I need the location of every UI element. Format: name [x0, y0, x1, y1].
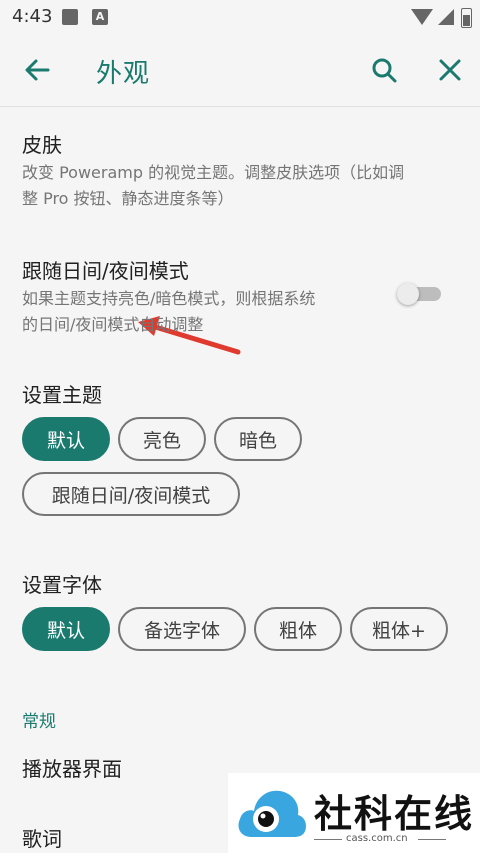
- battery-icon: [461, 8, 472, 28]
- font-chip-bold[interactable]: 粗体: [254, 607, 342, 651]
- status-time: 4:43: [12, 6, 53, 27]
- font-heading: 设置字体: [22, 573, 102, 597]
- toggle-thumb: [397, 283, 419, 305]
- signal-icon: [438, 9, 454, 25]
- theme-chip-follow-day-night[interactable]: 跟随日间/夜间模式: [22, 472, 240, 516]
- font-chip-default[interactable]: 默认: [22, 607, 110, 651]
- pref-follow-title: 跟随日间/夜间模式: [22, 259, 189, 283]
- watermark: 社科在线 cass.com.cn: [228, 773, 480, 853]
- status-bar: 4:43 A: [0, 0, 480, 34]
- pref-follow-summary-line2: 的日间/夜间模式自动调整: [22, 315, 204, 334]
- pref-skin-summary-line2: 整 Pro 按钮、静态进度条等）: [22, 189, 234, 208]
- watermark-line-right: [418, 839, 446, 840]
- theme-chip-default[interactable]: 默认: [22, 417, 110, 461]
- pref-follow-day-night[interactable]: 跟随日间/夜间模式 如果主题支持亮色/暗色模式，则根据系统 的日间/夜间模式自动…: [22, 255, 382, 338]
- font-chip-alternate[interactable]: 备选字体: [118, 607, 246, 651]
- a-badge-icon: A: [92, 9, 108, 25]
- font-chip-bold-plus[interactable]: 粗体+: [350, 607, 448, 651]
- theme-heading: 设置主题: [22, 383, 102, 407]
- pref-follow-summary: 如果主题支持亮色/暗色模式，则根据系统 的日间/夜间模式自动调整: [22, 286, 382, 338]
- search-icon: [372, 58, 397, 83]
- wifi-icon: [411, 9, 433, 25]
- back-button[interactable]: [18, 52, 58, 88]
- page-title: 外观: [96, 59, 151, 89]
- pref-skin-summary-line1: 改变 Poweramp 的视觉主题。调整皮肤选项（比如调: [22, 163, 405, 182]
- theme-chip-light[interactable]: 亮色: [118, 417, 206, 461]
- pref-skin-summary: 改变 Poweramp 的视觉主题。调整皮肤选项（比如调 整 Pro 按钮、静态…: [22, 160, 462, 212]
- watermark-domain: cass.com.cn: [346, 833, 408, 844]
- watermark-line-left: [314, 839, 342, 840]
- settings-list: 皮肤 改变 Poweramp 的视觉主题。调整皮肤选项（比如调 整 Pro 按钮…: [0, 107, 480, 853]
- pref-follow-summary-line1: 如果主题支持亮色/暗色模式，则根据系统: [22, 289, 316, 308]
- pref-skin-title: 皮肤: [22, 133, 62, 157]
- toolbar: 外观: [0, 34, 480, 107]
- watermark-name: 社科在线: [314, 792, 475, 836]
- pref-lyrics[interactable]: 歌词: [22, 823, 62, 852]
- close-button[interactable]: [434, 54, 466, 86]
- category-general: 常规: [22, 712, 56, 732]
- close-icon: [439, 59, 461, 81]
- follow-day-night-toggle[interactable]: [397, 283, 443, 305]
- pref-player-ui[interactable]: 播放器界面: [22, 753, 122, 782]
- search-button[interactable]: [368, 54, 400, 86]
- image-icon: [62, 9, 78, 25]
- theme-chip-dark[interactable]: 暗色: [214, 417, 302, 461]
- pref-skin[interactable]: 皮肤 改变 Poweramp 的视觉主题。调整皮肤选项（比如调 整 Pro 按钮…: [22, 129, 462, 212]
- arrow-left-icon: [25, 59, 50, 81]
- cloud-eye-logo-icon: [238, 790, 306, 837]
